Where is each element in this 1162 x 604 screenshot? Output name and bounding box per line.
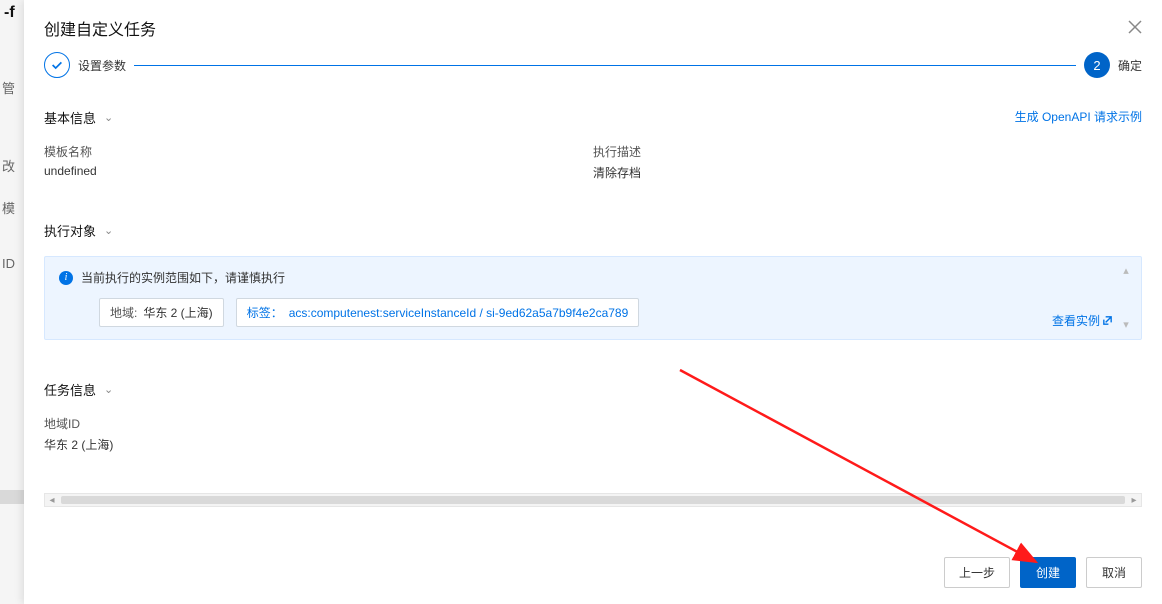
create-button[interactable]: 创建 — [1020, 557, 1076, 588]
step-connector — [134, 65, 1076, 66]
exec-desc-label: 执行描述 — [593, 143, 1142, 160]
chevron-down-icon: ⌄ — [104, 111, 113, 124]
template-name-label: 模板名称 — [44, 143, 593, 160]
step-1-label: 设置参数 — [78, 57, 126, 74]
exec-desc-value: 清除存档 — [593, 164, 1142, 181]
target-notice-line: i 当前执行的实例范围如下，请谨慎执行 — [59, 269, 1127, 286]
bg-text: -f — [4, 4, 15, 22]
section-basic-info: 生成 OpenAPI 请求示例 基本信息 ⌄ 模板名称 undefined 执行… — [44, 102, 1142, 181]
step-2-label: 确定 — [1118, 57, 1142, 74]
target-chips: 地域: 华东 2 (上海) 标签： acs:computenest:servic… — [99, 298, 1127, 327]
modal-header: 创建自定义任务 — [24, 0, 1162, 52]
field-template-name: 模板名称 undefined — [44, 143, 593, 181]
prev-step-button[interactable]: 上一步 — [944, 557, 1010, 588]
tag-chip: 标签： acs:computenest:serviceInstanceId / … — [236, 298, 640, 327]
region-id-value: 华东 2 (上海) — [44, 436, 1142, 453]
hscroll-right-icon[interactable]: ▸ — [1127, 495, 1141, 506]
section-target-header[interactable]: 执行对象 ⌄ — [44, 215, 1142, 246]
template-name-value: undefined — [44, 164, 593, 178]
infobox-scroll-up[interactable]: ▴ — [1119, 265, 1133, 277]
hscroll-left-icon[interactable]: ◂ — [45, 495, 59, 506]
tag-chip-value: acs:computenest:serviceInstanceId / si-9… — [289, 306, 629, 320]
bg-text: 模 — [2, 198, 15, 217]
section-basic-title: 基本信息 — [44, 108, 96, 127]
wizard-steps: 设置参数 2 确定 — [24, 52, 1162, 88]
close-icon[interactable] — [1128, 19, 1142, 37]
external-link-icon — [1102, 315, 1113, 326]
modal-body: 生成 OpenAPI 请求示例 基本信息 ⌄ 模板名称 undefined 执行… — [24, 88, 1162, 545]
chevron-down-icon: ⌄ — [104, 224, 113, 237]
field-exec-desc: 执行描述 清除存档 — [593, 143, 1142, 181]
section-task-info: 任务信息 ⌄ 地域ID 华东 2 (上海) — [44, 374, 1142, 453]
info-icon: i — [59, 271, 73, 285]
check-icon — [50, 58, 64, 72]
section-basic-header[interactable]: 基本信息 ⌄ — [44, 102, 1015, 133]
section-task-header[interactable]: 任务信息 ⌄ — [44, 374, 1142, 405]
openapi-example-link[interactable]: 生成 OpenAPI 请求示例 — [1015, 108, 1142, 125]
bg-text: ID — [2, 256, 15, 271]
section-target-title: 执行对象 — [44, 221, 96, 240]
modal-footer: 上一步 创建 取消 — [24, 545, 1162, 604]
region-chip-key: 地域: — [110, 304, 137, 321]
section-task-title: 任务信息 — [44, 380, 96, 399]
cancel-button[interactable]: 取消 — [1086, 557, 1142, 588]
horizontal-scrollbar[interactable]: ◂ ▸ — [44, 493, 1142, 507]
x-icon — [1128, 20, 1142, 34]
region-chip: 地域: 华东 2 (上海) — [99, 298, 224, 327]
view-instances-link[interactable]: 查看实例 — [1052, 312, 1113, 329]
step-1-done-icon — [44, 52, 70, 78]
view-instances-text: 查看实例 — [1052, 312, 1100, 329]
section-exec-target: 执行对象 ⌄ i 当前执行的实例范围如下，请谨慎执行 地域: 华东 2 (上海)… — [44, 215, 1142, 340]
bg-text: 管 — [2, 78, 15, 97]
tag-chip-key: 标签： — [247, 304, 283, 321]
bg-scroll-fragment — [0, 490, 24, 504]
step-2-indicator: 2 — [1084, 52, 1110, 78]
hscroll-thumb[interactable] — [61, 496, 1125, 504]
infobox-scroll-down[interactable]: ▾ — [1119, 319, 1133, 331]
target-notice-text: 当前执行的实例范围如下，请谨慎执行 — [81, 269, 285, 286]
region-chip-value: 华东 2 (上海) — [143, 304, 212, 321]
create-task-modal: 创建自定义任务 设置参数 2 确定 生成 OpenAPI 请求示例 基本信息 ⌄… — [24, 0, 1162, 604]
chevron-down-icon: ⌄ — [104, 383, 113, 396]
modal-title: 创建自定义任务 — [44, 16, 156, 40]
region-id-label: 地域ID — [44, 415, 1142, 432]
bg-text: 改 — [2, 156, 15, 175]
target-info-box: i 当前执行的实例范围如下，请谨慎执行 地域: 华东 2 (上海) 标签： ac… — [44, 256, 1142, 340]
